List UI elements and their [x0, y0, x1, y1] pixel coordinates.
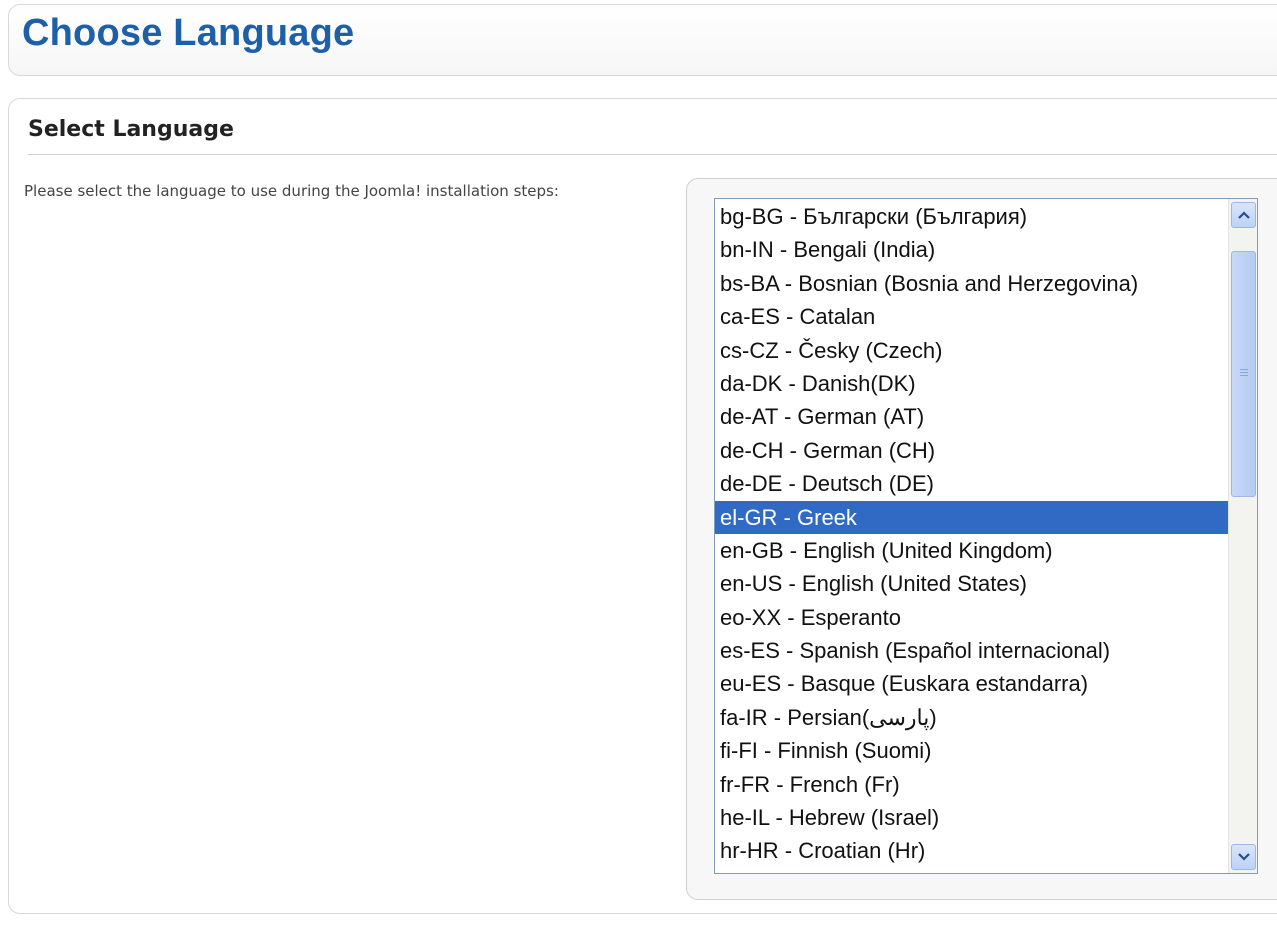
language-option[interactable]: he-IL - Hebrew (Israel) [715, 801, 1228, 834]
listbox-scrollbar[interactable] [1228, 199, 1257, 873]
language-option[interactable]: bn-IN - Bengali (India) [715, 233, 1228, 266]
language-option[interactable]: hr-HR - Croatian (Hr) [715, 834, 1228, 867]
scroll-up-button[interactable] [1231, 202, 1256, 228]
scroll-grip [1240, 369, 1248, 377]
language-option[interactable]: cs-CZ - Česky (Czech) [715, 334, 1228, 367]
chevron-down-icon [1237, 853, 1250, 861]
language-option[interactable]: de-AT - German (AT) [715, 400, 1228, 433]
language-option[interactable]: en-GB - English (United Kingdom) [715, 534, 1228, 567]
language-option[interactable]: bg-BG - Български (България) [715, 200, 1228, 233]
language-option[interactable]: fi-FI - Finnish (Suomi) [715, 734, 1228, 767]
chevron-up-icon [1237, 211, 1250, 219]
section-title: Select Language [28, 117, 234, 142]
scroll-down-button[interactable] [1231, 844, 1256, 870]
instructions-text: Please select the language to use during… [24, 182, 559, 200]
language-option[interactable]: eo-XX - Esperanto [715, 601, 1228, 634]
page-title: Choose Language [22, 12, 355, 54]
language-option[interactable]: bs-BA - Bosnian (Bosnia and Herzegovina) [715, 267, 1228, 300]
language-option[interactable]: fa-IR - Persian(پارسی) [715, 701, 1228, 734]
scroll-thumb[interactable] [1231, 251, 1256, 497]
language-options: bg-BG - Български (България) bn-IN - Ben… [715, 200, 1228, 868]
section-divider [28, 154, 1277, 155]
language-option[interactable]: de-DE - Deutsch (DE) [715, 467, 1228, 500]
language-option[interactable]: eu-ES - Basque (Euskara estandarra) [715, 667, 1228, 700]
language-option[interactable]: ca-ES - Catalan [715, 300, 1228, 333]
language-listbox[interactable]: bg-BG - Български (България) bn-IN - Ben… [714, 198, 1258, 874]
language-option[interactable]: en-US - English (United States) [715, 567, 1228, 600]
language-option[interactable]: da-DK - Danish(DK) [715, 367, 1228, 400]
language-option[interactable]: fr-FR - French (Fr) [715, 768, 1228, 801]
language-option[interactable]: es-ES - Spanish (Español internacional) [715, 634, 1228, 667]
language-option-selected[interactable]: el-GR - Greek [715, 500, 1228, 534]
language-option[interactable]: de-CH - German (CH) [715, 434, 1228, 467]
